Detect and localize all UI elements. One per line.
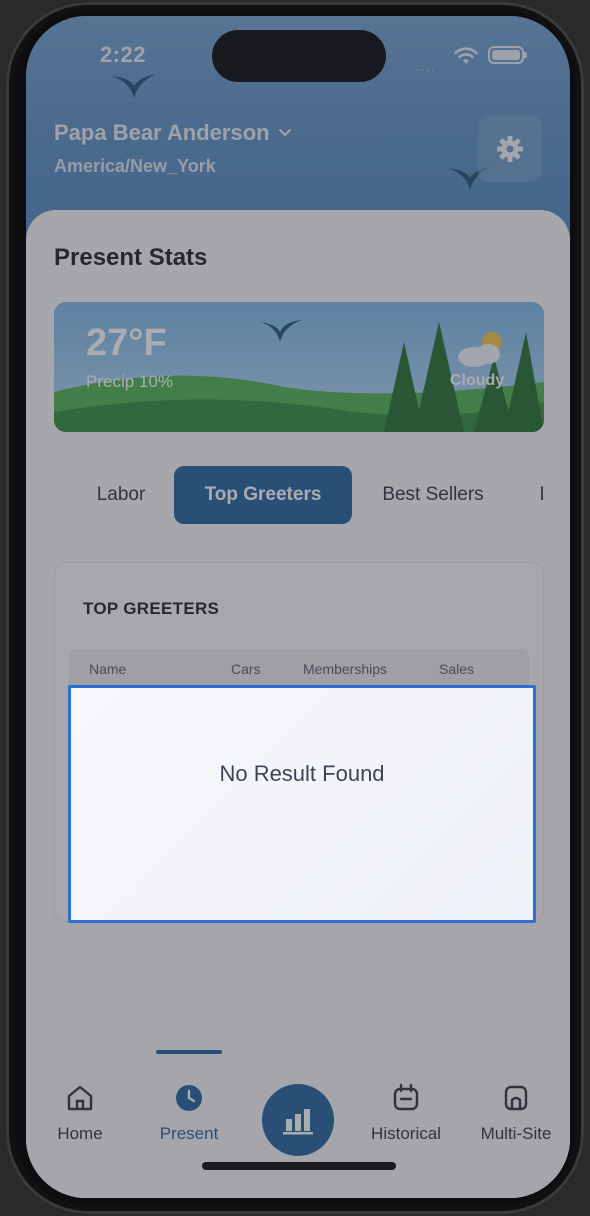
chevron-down-icon (278, 129, 291, 137)
settings-button[interactable] (478, 116, 542, 182)
active-tab-indicator (156, 1050, 222, 1054)
bar-chart-icon (283, 1109, 313, 1135)
nav-historical[interactable]: Historical (356, 1082, 456, 1144)
dashboard-button[interactable] (262, 1084, 334, 1156)
nav-multi-site-label: Multi-Site (480, 1124, 552, 1143)
user-name: Papa Bear Anderson (54, 120, 270, 145)
signal-dots: .... (416, 58, 436, 74)
nav-present-label: Present (159, 1124, 219, 1143)
column-cars: Cars (231, 661, 261, 677)
bird-icon (112, 74, 156, 98)
user-selector[interactable]: Papa Bear Anderson (54, 120, 292, 146)
temperature: 27°F (86, 322, 167, 364)
page-title: Present Stats (54, 244, 208, 271)
tab-best-sellers[interactable]: Best Sellers (366, 466, 500, 524)
weather-condition: Cloudy (450, 372, 505, 389)
tab-top-greeters[interactable]: Top Greeters (174, 466, 352, 524)
nav-present[interactable]: Present (139, 1082, 239, 1144)
nav-home-label: Home (57, 1124, 103, 1143)
nav-home[interactable]: Home (30, 1082, 130, 1144)
bottom-nav: Home Present Historical Multi-Site (26, 1050, 570, 1198)
column-name: Name (89, 661, 127, 677)
no-result-modal[interactable]: No Result Found (68, 685, 536, 923)
store-icon (504, 1085, 528, 1111)
status-time: 2:22 (100, 42, 147, 67)
wifi-icon (454, 47, 478, 64)
nav-multi-site[interactable]: Multi-Site (466, 1082, 566, 1144)
no-result-message: No Result Found (219, 761, 385, 786)
column-memberships: Memberships (303, 661, 388, 677)
stats-tabs: Labor Top Greeters Best Sellers I (26, 466, 570, 524)
clock-icon (176, 1085, 202, 1111)
calendar-icon (393, 1083, 419, 1111)
home-indicator[interactable] (202, 1162, 396, 1170)
nav-historical-label: Historical (371, 1124, 441, 1143)
battery-icon (488, 46, 527, 64)
column-sales: Sales (439, 661, 475, 677)
timezone-label: America/New_York (54, 156, 216, 176)
gear-icon (497, 136, 523, 162)
precipitation: Precip 10% (86, 372, 173, 391)
card-title: TOP GREETERS (83, 599, 220, 618)
tab-labor[interactable]: Labor (76, 466, 166, 524)
dynamic-island (212, 30, 386, 82)
table-header: Name Cars Memberships Sales (69, 649, 529, 689)
tab-more[interactable]: I (532, 466, 552, 524)
weather-card: 27°F Precip 10% Cloudy (54, 302, 544, 432)
app-screen: 2:22 .... Papa Bear Anderson America/New… (26, 16, 570, 1198)
home-icon (67, 1085, 93, 1111)
